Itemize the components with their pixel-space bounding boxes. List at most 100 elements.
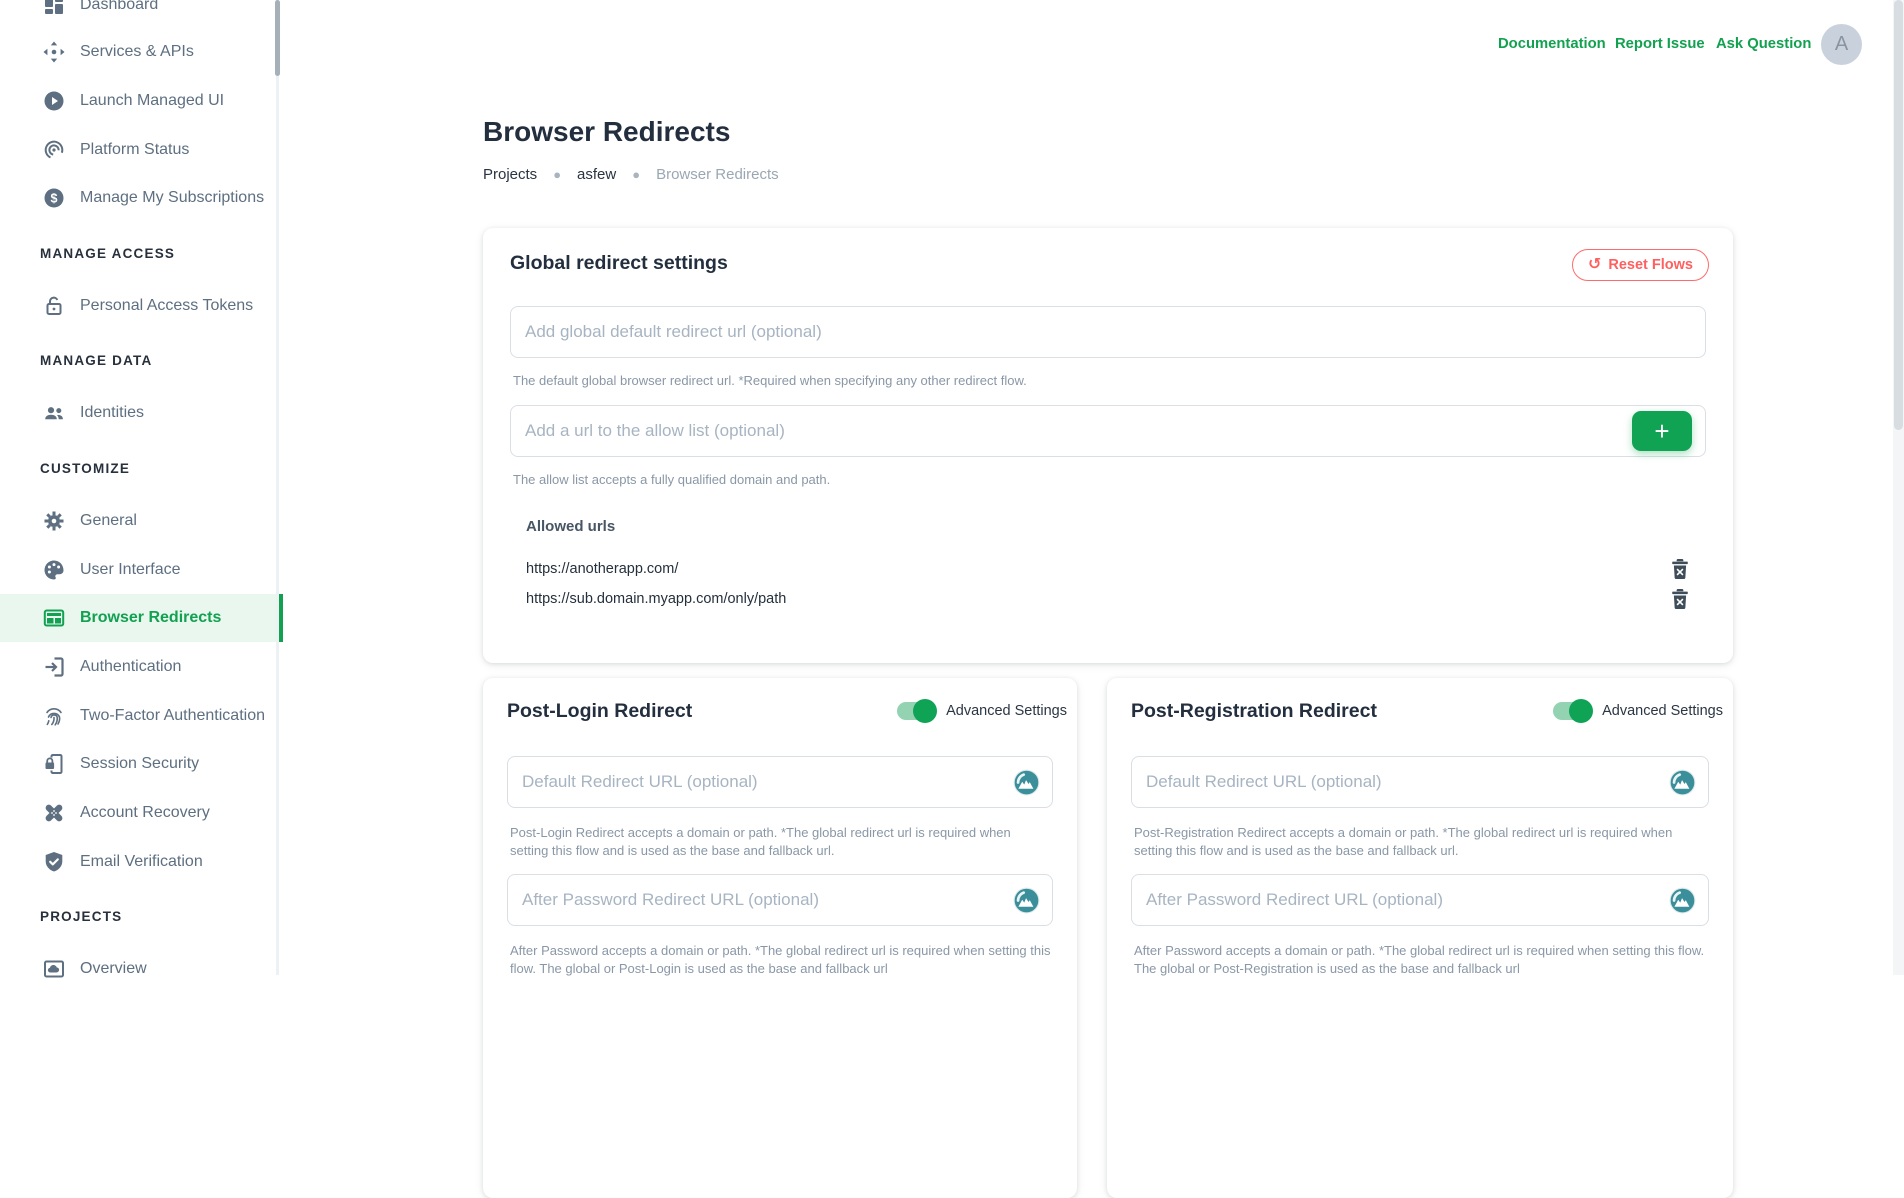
- toggle-knob: [1569, 699, 1593, 723]
- sidebar-item-manage-my-subscriptions[interactable]: $ Manage My Subscriptions: [0, 174, 283, 222]
- allowed-url-text: https://sub.domain.myapp.com/only/path: [526, 591, 786, 607]
- sidebar-item-label: Dashboard: [80, 0, 158, 14]
- login-icon: [42, 655, 66, 679]
- sidebar-item-personal-access-tokens[interactable]: Personal Access Tokens: [0, 282, 283, 330]
- report-issue-link[interactable]: Report Issue: [1615, 36, 1705, 52]
- sidebar-item-label: User Interface: [80, 561, 180, 579]
- page-scrollbar-thumb[interactable]: [1894, 0, 1903, 430]
- global-card-title: Global redirect settings: [510, 252, 728, 275]
- sidebar-item-label: Overview: [80, 960, 147, 978]
- allowed-url-row: https://sub.domain.myapp.com/only/path: [526, 584, 1689, 614]
- sidebar-item-browser-redirects[interactable]: Browser Redirects: [0, 594, 283, 642]
- palette-icon: [42, 558, 66, 582]
- sidebar-item-label: Email Verification: [80, 853, 203, 871]
- sidebar-section-projects: PROJECTS: [40, 909, 122, 929]
- reset-flows-label: Reset Flows: [1608, 257, 1693, 273]
- flow-mountain-icon[interactable]: [1013, 769, 1040, 796]
- toggle-label: Advanced Settings: [946, 703, 1067, 719]
- sidebar-item-general[interactable]: General: [0, 497, 283, 545]
- sidebar-item-session-security[interactable]: Session Security: [0, 740, 283, 788]
- allowed-url-text: https://anotherapp.com/: [526, 561, 678, 577]
- sidebar-item-label: Personal Access Tokens: [80, 297, 253, 315]
- breadcrumb-project-name[interactable]: asfew: [577, 166, 616, 183]
- sidebar-scrollbar-track[interactable]: [276, 0, 279, 975]
- delete-url-button[interactable]: [1671, 589, 1689, 609]
- sidebar: Dashboard Services & APIs Launch Managed…: [0, 0, 283, 975]
- sidebar-item-services-apis[interactable]: Services & APIs: [0, 28, 283, 76]
- sidebar-item-label: Platform Status: [80, 141, 189, 159]
- documentation-link[interactable]: Documentation: [1498, 36, 1606, 52]
- sidebar-item-two-factor-authentication[interactable]: Two-Factor Authentication: [0, 692, 283, 740]
- page-title: Browser Redirects: [483, 116, 730, 148]
- sidebar-section-manage-access: MANAGE ACCESS: [40, 246, 175, 266]
- flow-mountain-icon[interactable]: [1669, 887, 1696, 914]
- post-registration-after-help: After Password accepts a domain or path.…: [1134, 942, 1707, 978]
- sidebar-item-label: Session Security: [80, 755, 199, 773]
- sidebar-item-email-verification[interactable]: Email Verification: [0, 838, 283, 886]
- gear-icon: [42, 509, 66, 533]
- allowed-url-row: https://anotherapp.com/: [526, 554, 1689, 584]
- sidebar-scrollbar-thumb[interactable]: [275, 0, 280, 76]
- global-default-redirect-url-input[interactable]: [510, 306, 1706, 358]
- toggle-switch[interactable]: [897, 702, 934, 720]
- sidebar-item-account-recovery[interactable]: Account Recovery: [0, 789, 283, 837]
- sidebar-item-launch-managed-ui[interactable]: Launch Managed UI: [0, 77, 283, 125]
- post-registration-default-url-field: [1131, 756, 1709, 808]
- post-login-after-help: After Password accepts a domain or path.…: [510, 942, 1051, 978]
- post-registration-redirect-card: Post-Registration Redirect Advanced Sett…: [1107, 678, 1733, 1198]
- sidebar-item-platform-status[interactable]: Platform Status: [0, 126, 283, 174]
- flow-mountain-icon[interactable]: [1669, 769, 1696, 796]
- overview-image-icon: [42, 957, 66, 981]
- avatar-initial: A: [1835, 33, 1848, 56]
- delete-url-button[interactable]: [1671, 559, 1689, 579]
- dollar-circle-icon: $: [42, 186, 66, 210]
- bandage-icon: [42, 801, 66, 825]
- post-registration-after-password-input[interactable]: [1131, 874, 1709, 926]
- post-login-default-url-input[interactable]: [507, 756, 1053, 808]
- breadcrumb-projects[interactable]: Projects: [483, 166, 537, 183]
- post-registration-default-url-input[interactable]: [1131, 756, 1709, 808]
- sidebar-item-label: Authentication: [80, 658, 181, 676]
- post-login-advanced-settings-toggle[interactable]: Advanced Settings: [897, 702, 1067, 720]
- sidebar-item-dashboard[interactable]: Dashboard: [0, 0, 283, 29]
- post-registration-advanced-settings-toggle[interactable]: Advanced Settings: [1553, 702, 1723, 720]
- sidebar-item-label: Identities: [80, 404, 144, 422]
- play-circle-icon: [42, 89, 66, 113]
- post-login-title: Post-Login Redirect: [507, 700, 692, 723]
- global-default-help-text: The default global browser redirect url.…: [513, 372, 1027, 390]
- post-registration-default-help: Post-Registration Redirect accepts a dom…: [1134, 824, 1707, 860]
- allow-list-help-text: The allow list accepts a fully qualified…: [513, 471, 830, 489]
- post-login-after-password-input[interactable]: [507, 874, 1053, 926]
- sidebar-item-label: Two-Factor Authentication: [80, 707, 265, 725]
- toggle-switch[interactable]: [1553, 702, 1590, 720]
- sidebar-section-manage-data: MANAGE DATA: [40, 353, 152, 373]
- reset-flows-button[interactable]: ↺ Reset Flows: [1572, 249, 1709, 281]
- fingerprint-icon: [42, 704, 66, 728]
- breadcrumb-separator: ●: [553, 167, 561, 182]
- add-allow-url-button[interactable]: +: [1632, 411, 1692, 451]
- svg-text:$: $: [51, 191, 58, 205]
- avatar[interactable]: A: [1821, 24, 1862, 65]
- toggle-knob: [913, 699, 937, 723]
- sidebar-item-label: Manage My Subscriptions: [80, 189, 264, 207]
- sidebar-item-authentication[interactable]: Authentication: [0, 643, 283, 691]
- browser-window-icon: [42, 606, 66, 630]
- allow-list-url-input[interactable]: [510, 405, 1706, 457]
- post-login-default-help: Post-Login Redirect accepts a domain or …: [510, 824, 1051, 860]
- sidebar-item-label: Browser Redirects: [80, 609, 221, 627]
- post-login-after-password-field: [507, 874, 1053, 926]
- history-icon: ↺: [1588, 257, 1601, 273]
- sidebar-section-customize: CUSTOMIZE: [40, 461, 130, 481]
- breadcrumb: Projects ● asfew ● Browser Redirects: [483, 166, 779, 183]
- ask-question-link[interactable]: Ask Question: [1716, 36, 1811, 52]
- lock-open-icon: [42, 294, 66, 318]
- flow-mountain-icon[interactable]: [1013, 887, 1040, 914]
- people-icon: [42, 401, 66, 425]
- post-login-default-url-field: [507, 756, 1053, 808]
- sidebar-item-overview[interactable]: Overview: [0, 945, 283, 993]
- sidebar-item-identities[interactable]: Identities: [0, 389, 283, 437]
- sidebar-item-label: Account Recovery: [80, 804, 210, 822]
- breadcrumb-current: Browser Redirects: [656, 166, 779, 183]
- toggle-label: Advanced Settings: [1602, 703, 1723, 719]
- sidebar-item-user-interface[interactable]: User Interface: [0, 546, 283, 594]
